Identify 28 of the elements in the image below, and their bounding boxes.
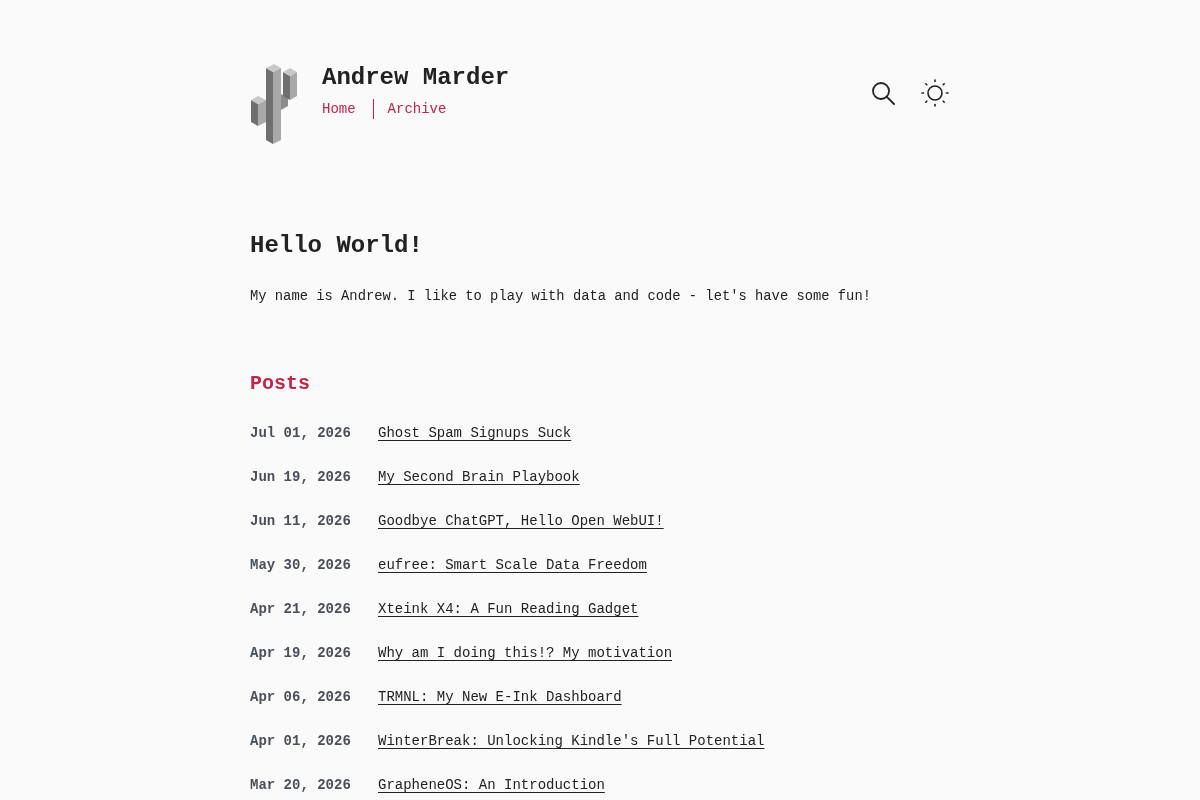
post-date: Apr 06, 2026 bbox=[250, 688, 352, 707]
post-link[interactable]: Xteink X4: A Fun Reading Gadget bbox=[378, 598, 639, 620]
post-link[interactable]: WinterBreak: Unlocking Kindle's Full Potential bbox=[378, 730, 765, 752]
post-link[interactable]: GrapheneOS: An Introduction bbox=[378, 774, 605, 796]
search-icon bbox=[871, 81, 895, 105]
post-date: Apr 19, 2026 bbox=[250, 644, 352, 663]
post-link[interactable]: Ghost Spam Signups Suck bbox=[378, 422, 572, 444]
nav-link[interactable]: Archive bbox=[387, 99, 447, 119]
post-date: Jun 19, 2026 bbox=[250, 468, 352, 487]
intro-heading: Hello World! bbox=[250, 231, 424, 261]
post-link[interactable]: Goodbye ChatGPT, Hello Open WebUI! bbox=[378, 510, 664, 532]
site-title[interactable]: Andrew Marder bbox=[322, 64, 510, 92]
post-date: May 30, 2026 bbox=[250, 556, 352, 575]
post-date: Apr 21, 2026 bbox=[250, 600, 352, 619]
post-link[interactable]: My Second Brain Playbook bbox=[378, 466, 580, 488]
nav-link[interactable]: Home bbox=[322, 99, 356, 119]
sun-icon bbox=[921, 79, 949, 107]
theme-toggle-button[interactable] bbox=[920, 78, 950, 108]
post-date: Apr 01, 2026 bbox=[250, 732, 352, 751]
post-link[interactable]: Why am I doing this!? My motivation bbox=[378, 642, 673, 664]
post-link[interactable]: eufree: Smart Scale Data Freedom bbox=[378, 554, 647, 576]
logo-icon bbox=[250, 64, 298, 144]
intro-text: My name is Andrew. I like to play with data and code - let's have some fun! bbox=[250, 288, 872, 306]
posts-heading: Posts bbox=[250, 371, 311, 397]
post-date: Jul 01, 2026 bbox=[250, 424, 352, 443]
post-link[interactable]: TRMNL: My New E-Ink Dashboard bbox=[378, 686, 622, 708]
post-date: Jun 11, 2026 bbox=[250, 512, 352, 531]
post-date: Mar 20, 2026 bbox=[250, 776, 352, 795]
